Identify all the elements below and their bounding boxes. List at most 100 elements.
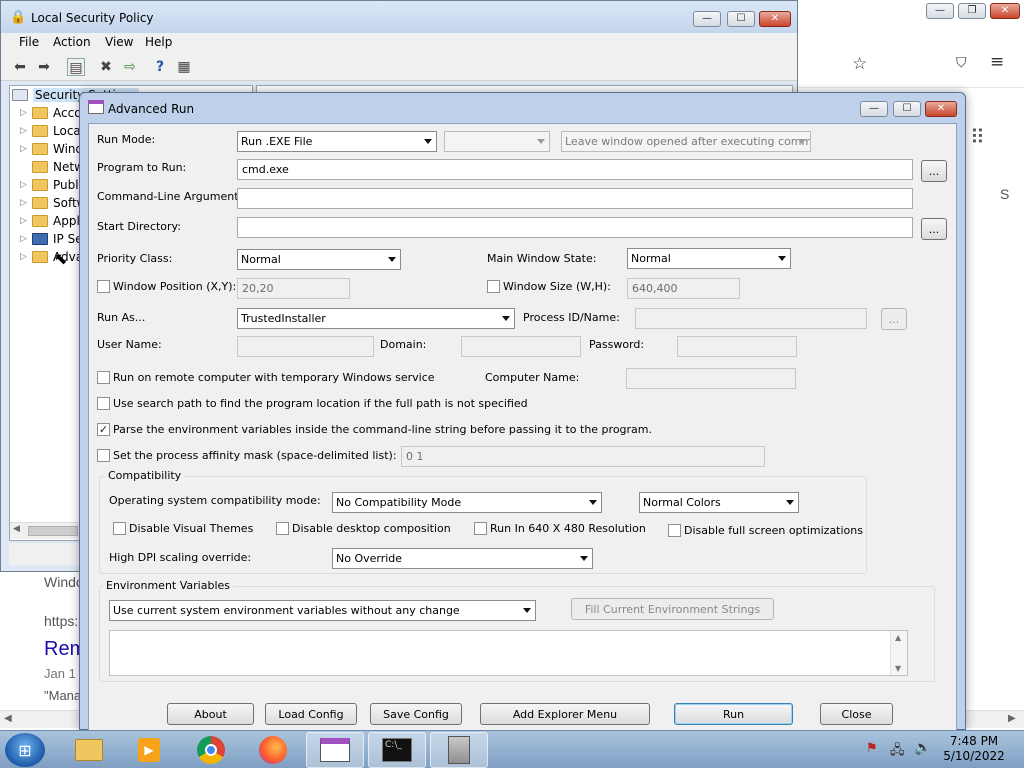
disable-desktop-checkbox[interactable]: Disable desktop composition — [276, 522, 451, 535]
firefox-icon — [259, 736, 287, 764]
scroll-up-icon[interactable]: ▲ — [895, 633, 901, 642]
disable-fullscreen-checkbox[interactable]: Disable full screen optimizations — [668, 524, 863, 537]
cmd-icon: C:\_ — [382, 738, 412, 762]
folder-icon — [32, 179, 48, 191]
window-size-input[interactable]: 640,400 — [627, 278, 740, 299]
bookmark-star-icon[interactable]: ☆ — [852, 54, 867, 74]
back-arrow-icon[interactable]: ⬅ — [11, 58, 29, 76]
startdir-input[interactable] — [237, 217, 913, 238]
pocket-icon[interactable]: ⛉ — [956, 55, 967, 71]
export-icon[interactable]: ⇨ — [121, 58, 139, 76]
scroll-right-icon[interactable]: ▶ — [1008, 713, 1016, 724]
computer-name-input[interactable] — [626, 368, 796, 389]
scroll-thumb[interactable] — [28, 526, 78, 536]
window-size-checkbox[interactable]: Window Size (W,H): — [487, 280, 611, 293]
close-button[interactable]: Close — [820, 703, 893, 725]
taskbar-media-player[interactable]: ▶ — [120, 732, 178, 768]
dpi-label: High DPI scaling override: — [109, 551, 252, 564]
menu-file[interactable]: File — [19, 35, 39, 49]
taskbar-chrome[interactable] — [182, 732, 240, 768]
save-config-button[interactable]: Save Config — [370, 703, 462, 725]
menu-action[interactable]: Action — [53, 35, 91, 49]
run-as-label: Run As... — [97, 311, 146, 324]
volume-icon[interactable]: 🔈 — [914, 740, 931, 756]
taskbar-firefox[interactable] — [244, 732, 302, 768]
priority-select[interactable]: Normal — [237, 249, 401, 270]
program-input[interactable]: cmd.exe — [237, 159, 913, 180]
user-name-label: User Name: — [97, 338, 162, 351]
ar-maximize-button[interactable]: ☐ — [893, 101, 921, 117]
ar-minimize-button[interactable]: — — [860, 101, 888, 117]
media-player-icon: ▶ — [138, 738, 160, 762]
lsp-minimize-button[interactable]: — — [693, 11, 721, 27]
process-id-input[interactable] — [635, 308, 867, 329]
search-path-checkbox[interactable]: Use search path to find the program loca… — [97, 397, 528, 410]
delete-x-icon[interactable]: ✖ — [97, 58, 115, 76]
scroll-down-icon[interactable]: ▼ — [895, 664, 901, 673]
program-browse-button[interactable]: ... — [921, 160, 947, 182]
fill-environment-button[interactable]: Fill Current Environment Strings — [571, 598, 774, 620]
about-button[interactable]: About — [167, 703, 254, 725]
taskbar-cmd[interactable]: C:\_ — [368, 732, 426, 768]
parse-env-checkbox[interactable]: ✓ Parse the environment variables inside … — [97, 423, 652, 436]
after-exec-select[interactable]: Leave window opened after executing comm… — [561, 131, 811, 152]
user-name-input[interactable] — [237, 336, 374, 357]
password-input[interactable] — [677, 336, 797, 357]
ar-close-button[interactable]: ✕ — [925, 101, 957, 117]
taskbar-security-policy[interactable] — [430, 732, 488, 768]
menu-view[interactable]: View — [105, 35, 133, 49]
folder-icon — [32, 251, 48, 263]
show-tree-icon[interactable]: ▤ — [67, 58, 85, 76]
help-icon[interactable]: ? — [151, 58, 169, 76]
load-config-button[interactable]: Load Config — [265, 703, 357, 725]
browser-minimize-button[interactable]: — — [926, 3, 954, 19]
lsp-maximize-button[interactable]: ☐ — [727, 11, 755, 27]
os-compat-select[interactable]: No Compatibility Mode — [332, 492, 602, 513]
scroll-left-icon[interactable]: ◀ — [13, 524, 20, 534]
browser-close-button[interactable]: ✕ — [990, 3, 1020, 19]
taskbar-explorer[interactable] — [60, 732, 118, 768]
startdir-browse-button[interactable]: ... — [921, 218, 947, 240]
start-button[interactable]: ⊞ — [5, 733, 45, 767]
remote-computer-checkbox[interactable]: Run on remote computer with temporary Wi… — [97, 371, 435, 384]
run-640-checkbox[interactable]: Run In 640 X 480 Resolution — [474, 522, 646, 535]
side-text: S — [1000, 186, 1010, 202]
menu-help[interactable]: Help — [145, 35, 172, 49]
affinity-checkbox[interactable]: Set the process affinity mask (space-del… — [97, 449, 397, 462]
apps-grid-icon[interactable]: ⠿ — [970, 125, 985, 149]
taskbar-advanced-run[interactable] — [306, 732, 364, 768]
run-button[interactable]: Run — [674, 703, 793, 725]
lsp-close-button[interactable]: ✕ — [759, 11, 791, 27]
browser-restore-button[interactable]: ❐ — [958, 3, 986, 19]
process-id-browse-button[interactable]: ... — [881, 308, 907, 330]
windows-logo-icon: ⊞ — [18, 740, 32, 760]
environment-scrollbar[interactable]: ▲ ▼ — [890, 631, 907, 675]
properties-icon[interactable]: ▦ — [175, 58, 193, 76]
scroll-left-icon[interactable]: ◀ — [4, 713, 12, 724]
folder-icon — [32, 143, 48, 155]
environment-textarea[interactable]: ▲ ▼ — [109, 630, 908, 676]
environment-title: Environment Variables — [103, 579, 234, 592]
forward-arrow-icon[interactable]: ➡ — [35, 58, 53, 76]
run-mode-extra-select[interactable] — [444, 131, 550, 152]
domain-input[interactable] — [461, 336, 581, 357]
process-id-label: Process ID/Name: — [523, 311, 620, 324]
run-mode-select[interactable]: Run .EXE File — [237, 131, 437, 152]
menu-hamburger-icon[interactable]: ≡ — [990, 52, 1004, 72]
dpi-select[interactable]: No Override — [332, 548, 593, 569]
window-position-input[interactable]: 20,20 — [237, 278, 350, 299]
lsp-title: Local Security Policy — [31, 11, 154, 25]
chrome-icon — [197, 736, 225, 764]
action-center-icon[interactable]: ⚑ — [866, 741, 878, 756]
affinity-input[interactable]: 0 1 — [401, 446, 765, 467]
cmdline-input[interactable] — [237, 188, 913, 209]
main-window-state-select[interactable]: Normal — [627, 248, 791, 269]
disable-themes-checkbox[interactable]: Disable Visual Themes — [113, 522, 253, 535]
environment-select[interactable]: Use current system environment variables… — [109, 600, 536, 621]
add-explorer-menu-button[interactable]: Add Explorer Menu — [480, 703, 650, 725]
window-position-checkbox[interactable]: Window Position (X,Y): — [97, 280, 236, 293]
colors-select[interactable]: Normal Colors — [639, 492, 799, 513]
run-as-select[interactable]: TrustedInstaller — [237, 308, 515, 329]
tray-clock[interactable]: 7:48 PM 5/10/2022 — [938, 734, 1010, 764]
network-icon[interactable]: 🖧 — [890, 741, 905, 763]
